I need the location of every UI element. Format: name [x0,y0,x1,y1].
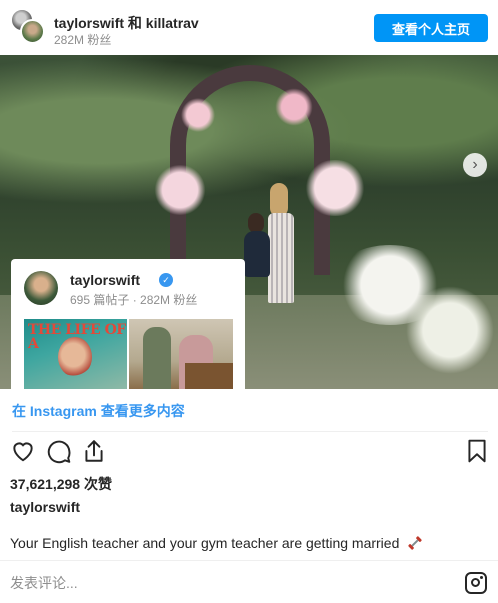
username-taylorswift[interactable]: taylorswift [54,15,124,31]
instagram-logo-lens [471,578,480,587]
photo-groom [244,231,270,277]
collab-avatars[interactable] [10,8,46,44]
thumbnail-post-2[interactable] [129,319,233,389]
photo-bride-hair [270,183,288,217]
heart-icon [13,442,33,462]
view-more-on-instagram-link[interactable]: 在 Instagram 查看更多内容 [12,401,185,421]
save-button[interactable] [464,438,490,466]
like-button[interactable] [10,438,36,466]
comment-button[interactable] [46,438,72,466]
instagram-logo-icon[interactable] [465,572,487,594]
photo-flowers [150,165,210,215]
collab-connector: 和 [127,15,142,31]
action-bar [10,438,488,468]
thumbnail-post-1[interactable]: THE LIFE OF A [24,319,127,389]
card-username[interactable]: taylorswift [70,272,140,288]
checkmark-icon: ✓ [162,275,170,285]
chevron-right-icon: › [472,156,478,173]
bookmark-icon [468,439,486,463]
photo-flowers [400,285,498,375]
avatar-killatrav[interactable] [20,19,45,44]
comment-input[interactable] [10,573,430,593]
username-killatrav[interactable]: killatrav [146,15,199,31]
collab-usernames: taylorswift 和 killatrav [54,13,199,33]
photo-flowers [300,160,370,216]
like-count[interactable]: 37,621,298 次赞 [10,474,112,494]
photo-flowers [178,95,218,135]
divider [0,560,498,561]
thumbnail-person [143,327,171,389]
share-button[interactable] [81,438,107,466]
card-stats: 695 篇帖子 · 282M 粉丝 [70,293,198,307]
carousel-next-button[interactable]: › [463,153,487,177]
divider [12,431,488,432]
dumbbell-emoji-icon [408,536,422,550]
verified-badge-icon: ✓ [159,273,173,287]
thumbnail-face [58,337,92,377]
caption-text: Your English teacher and your gym teache… [10,535,400,551]
share-icon [85,440,103,462]
photo-flowers [272,85,316,129]
post-header: taylorswift 和 killatrav 282M 粉丝 查看个人主页 [0,0,498,55]
view-profile-button[interactable]: 查看个人主页 [374,14,488,42]
post-username[interactable]: taylorswift [10,499,80,515]
thumbnail-table [185,363,233,389]
instagram-logo-dot [480,576,483,579]
avatar[interactable] [24,271,58,305]
photo-groom-head [248,213,264,233]
follower-count: 282M 粉丝 [54,33,112,47]
photo-couple [244,183,298,305]
profile-preview-card[interactable]: taylorswift ✓ 695 篇帖子 · 282M 粉丝 THE LIFE… [11,259,245,389]
photo-bride-dress [268,213,294,303]
post-caption: Your English teacher and your gym teache… [10,535,423,551]
comment-icon [47,440,71,464]
